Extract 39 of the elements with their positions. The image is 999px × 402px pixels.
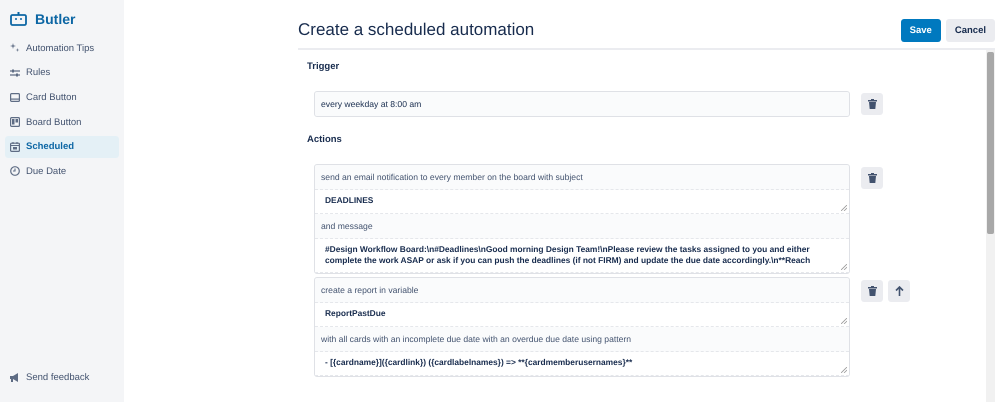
arrow-up-icon bbox=[894, 286, 904, 296]
section-heading: Actions bbox=[307, 134, 343, 145]
delete-button[interactable] bbox=[861, 280, 883, 302]
text-area[interactable]: #Design Workflow Board:\n#Deadlines\nGood morning Design Team!\nPlease review the tasks assigned to you and either complete the work ASAP or ask if you can push the deadlines (if not FIRM) and update the due date accordingly.\n**Reach bbox=[315, 239, 849, 273]
text-area[interactable]: ReportPastDue bbox=[315, 303, 849, 327]
text-area[interactable]: - [{cardname}]({cardlink}) ({cardlabelnames}) => **{cardmemberusernames}** bbox=[315, 352, 849, 376]
sidebar-item[interactable]: Rules bbox=[5, 62, 119, 84]
clock-icon bbox=[10, 166, 20, 176]
resize-handle-icon bbox=[841, 318, 847, 324]
resize-handle-icon bbox=[841, 205, 847, 211]
trigger-field[interactable]: every weekday at 8:00 am bbox=[314, 91, 850, 117]
move-up-button[interactable] bbox=[888, 280, 910, 302]
robot-icon bbox=[10, 12, 27, 26]
page-title: Create a scheduled automation bbox=[298, 20, 534, 40]
megaphone-icon bbox=[10, 372, 20, 382]
sidebar-item[interactable]: Automation Tips bbox=[5, 37, 119, 59]
trash-icon bbox=[868, 286, 876, 296]
resize-handle-icon bbox=[841, 264, 847, 270]
delete-button[interactable] bbox=[861, 167, 883, 189]
card-icon bbox=[10, 92, 20, 102]
brand-name: Butler bbox=[35, 11, 76, 27]
sliders-icon bbox=[10, 68, 20, 77]
save-button[interactable]: Save bbox=[900, 18, 941, 42]
cancel-button[interactable]: Cancel bbox=[946, 18, 995, 42]
delete-button[interactable] bbox=[861, 93, 883, 115]
trash-icon bbox=[868, 173, 876, 183]
section-heading: Trigger bbox=[307, 61, 340, 72]
sidebar-item[interactable]: Board Button bbox=[5, 111, 119, 134]
sidebar-item[interactable]: Card Button bbox=[5, 86, 119, 108]
trash-icon bbox=[868, 99, 876, 109]
scrollbar[interactable] bbox=[986, 50, 995, 402]
board-icon bbox=[10, 117, 20, 128]
calendar-icon bbox=[10, 142, 20, 152]
sparkle-icon bbox=[10, 43, 20, 53]
text-area[interactable]: DEADLINES bbox=[315, 190, 849, 214]
sidebar-item[interactable]: Due Date bbox=[5, 160, 119, 182]
sidebar-item[interactable]: Send feedback bbox=[5, 366, 119, 388]
sidebar-item[interactable]: Scheduled bbox=[5, 136, 119, 158]
resize-handle-icon bbox=[841, 367, 847, 373]
